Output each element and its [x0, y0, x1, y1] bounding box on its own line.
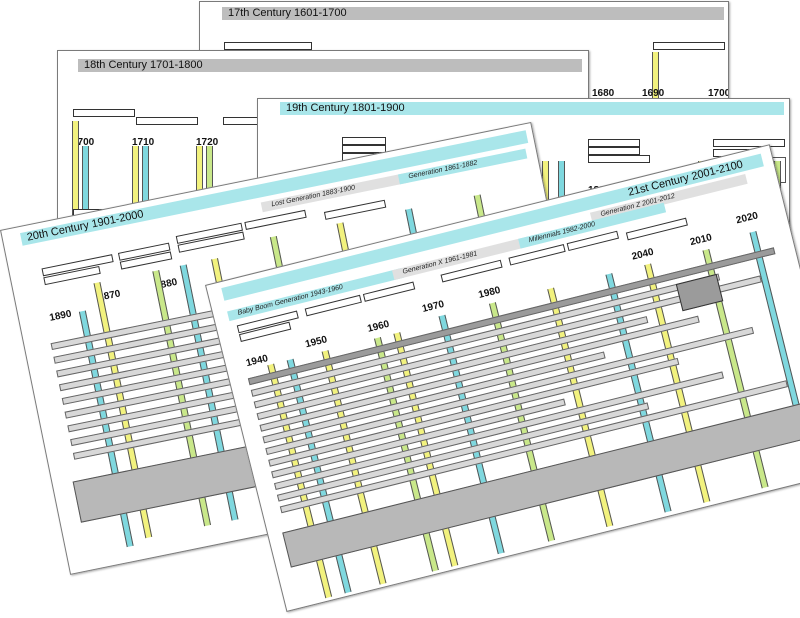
year-label: 2010: [688, 232, 714, 249]
year-marker: [72, 121, 79, 221]
event-box: [625, 217, 688, 241]
year-label: 1890: [48, 308, 73, 324]
event-box: [588, 139, 640, 147]
event-box: [653, 42, 725, 50]
event-box: [713, 139, 785, 147]
event-box: [244, 209, 307, 230]
sheet-title: 18th Century 1701-1800: [78, 59, 582, 72]
year-label: 1980: [477, 284, 502, 301]
year-label: 2040: [630, 246, 655, 263]
sheet-title: 19th Century 1801-1900: [280, 102, 784, 115]
event-box: [73, 109, 135, 117]
event-box: [342, 137, 386, 145]
event-box: [588, 147, 640, 155]
year-label: 1940: [244, 353, 270, 370]
year-label: 1950: [304, 334, 329, 351]
year-label: 2020: [734, 210, 760, 227]
event-box: [323, 199, 387, 220]
event-box: [588, 155, 650, 163]
year-label: 1960: [366, 318, 391, 335]
event-box: [136, 117, 198, 125]
year-label: 1970: [421, 298, 446, 315]
sheet-title: 17th Century 1601-1700: [222, 7, 724, 20]
event-box: [224, 42, 312, 50]
